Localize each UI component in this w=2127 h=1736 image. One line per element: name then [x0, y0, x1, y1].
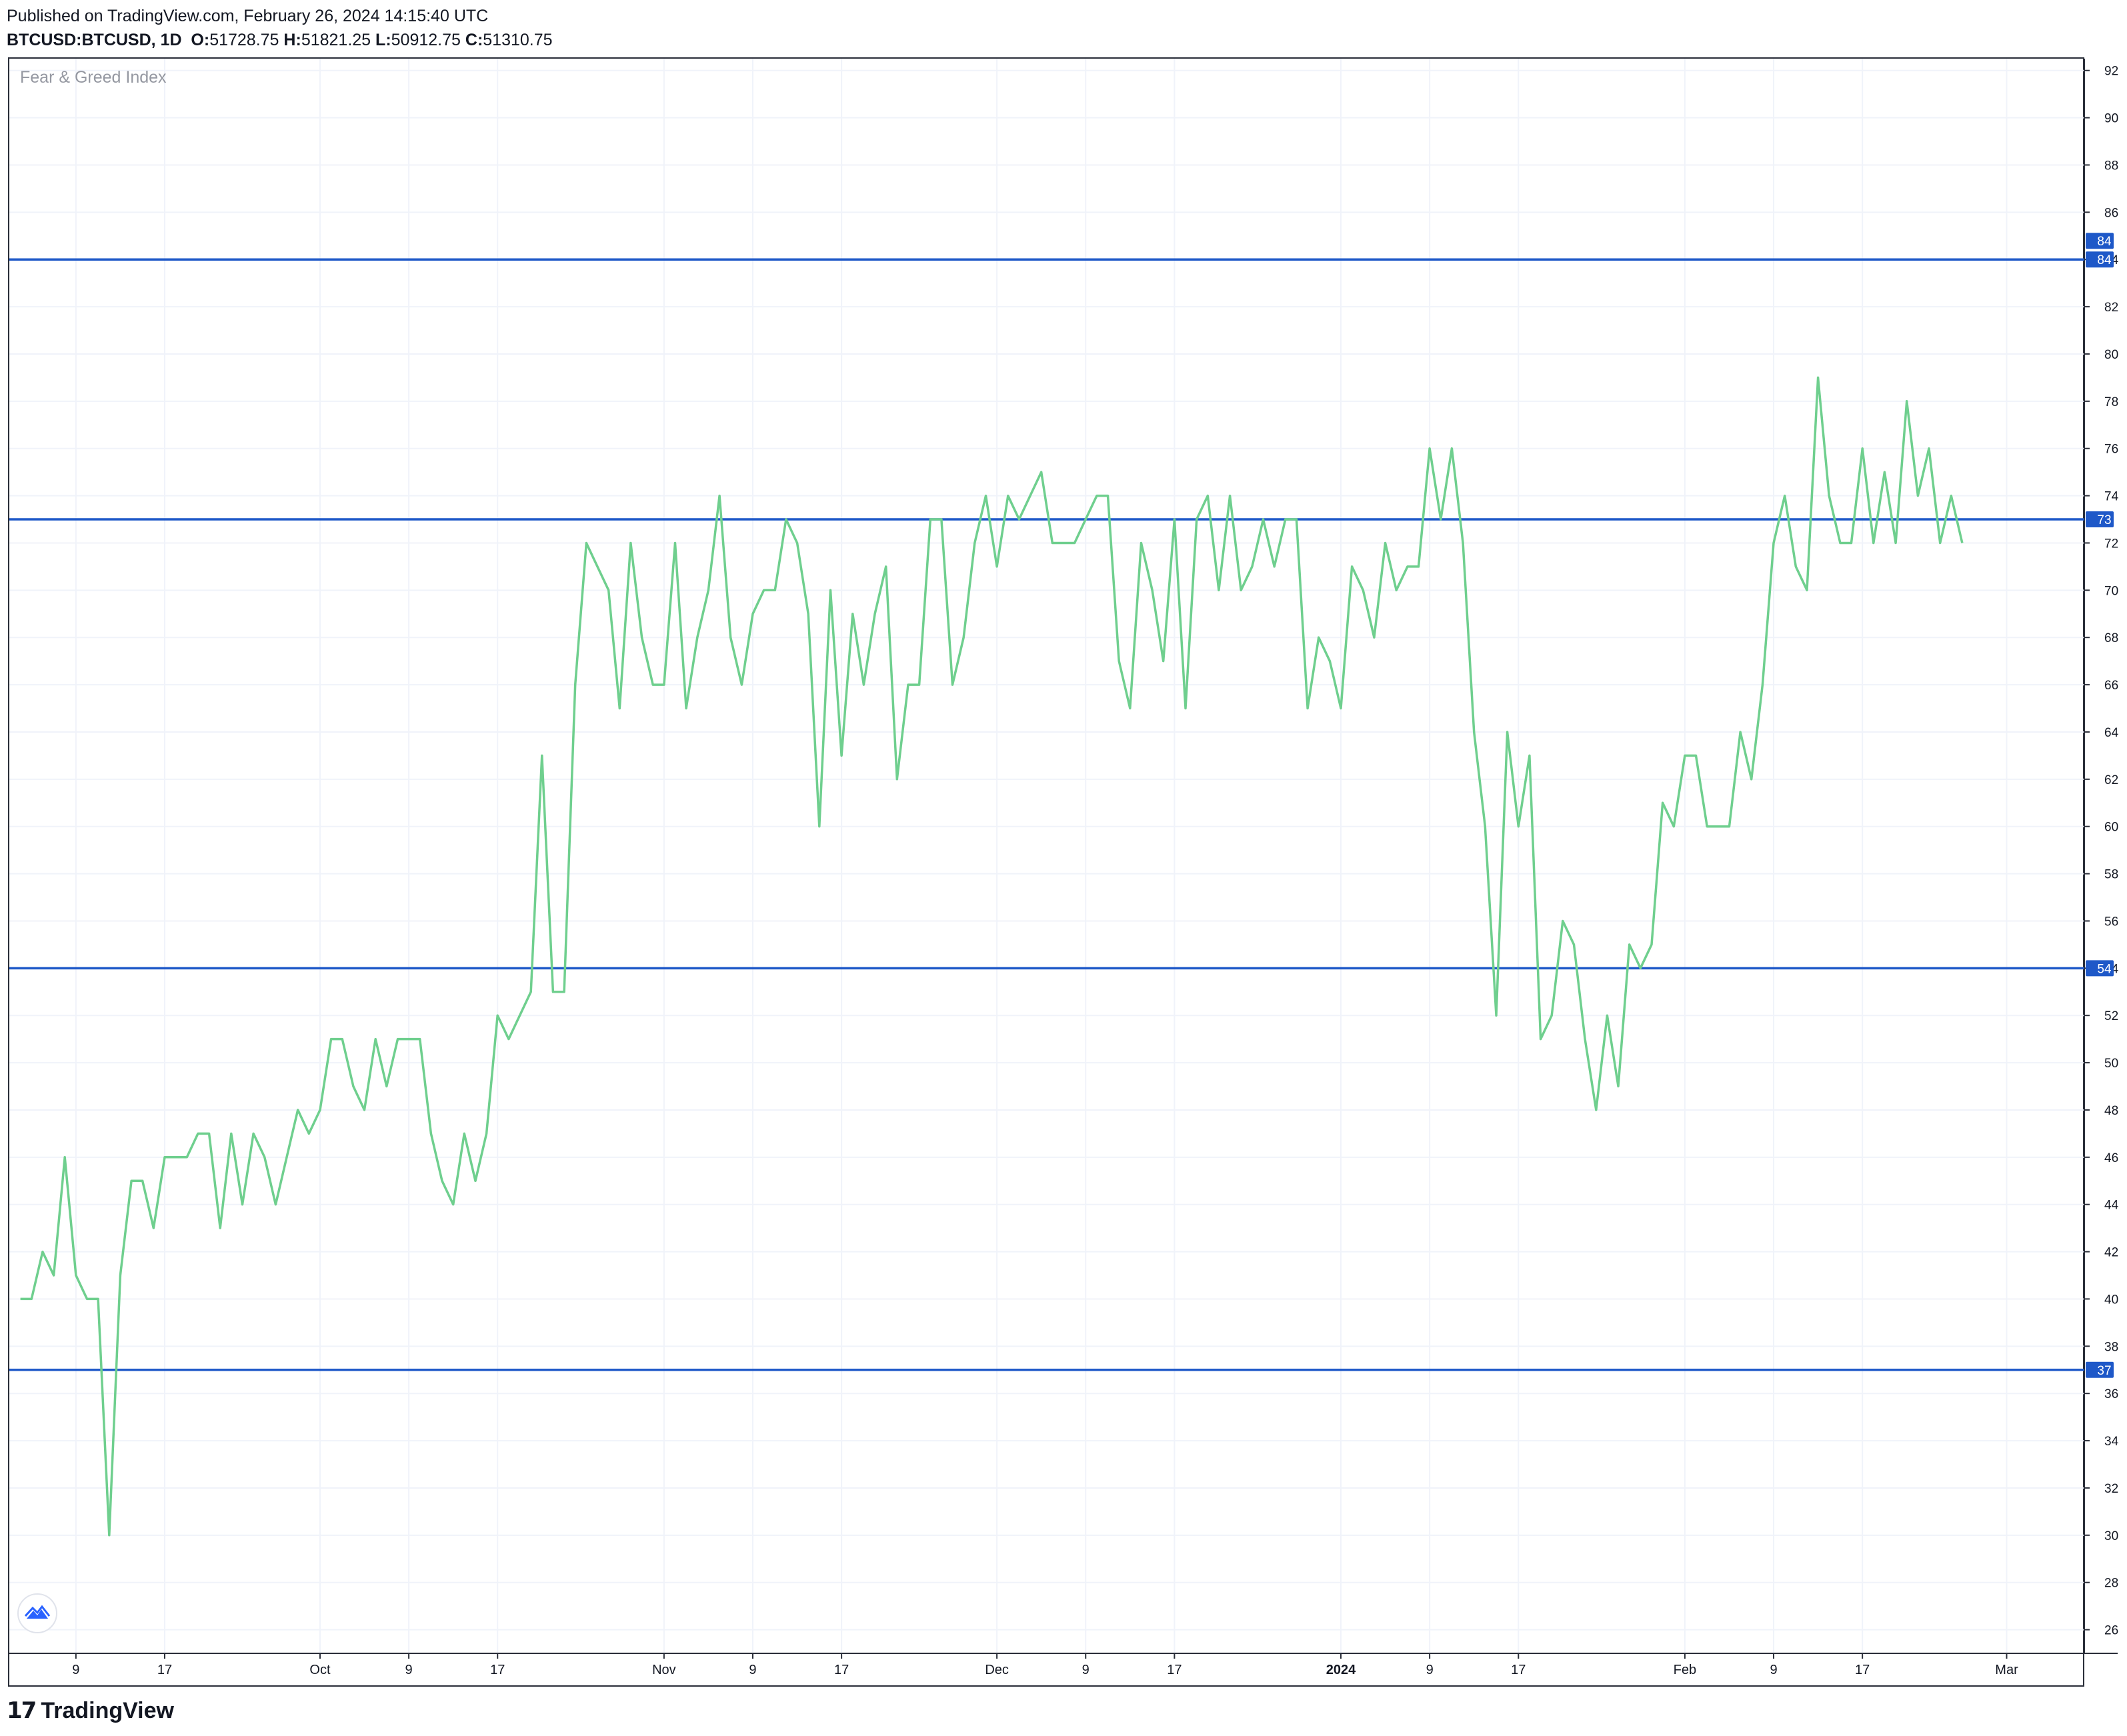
y-tick-label: 26: [2104, 1624, 2118, 1638]
x-tick-label: Dec: [985, 1663, 1009, 1677]
level-price-label: 37: [2097, 1364, 2111, 1378]
y-tick-label: 72: [2104, 537, 2118, 551]
level-price-label: 73: [2097, 513, 2111, 527]
y-tick-label: 68: [2104, 631, 2118, 645]
y-tick-label: 44: [2104, 1199, 2119, 1213]
y-tick-label: 58: [2104, 868, 2118, 882]
fear-greed-chart[interactable]: 26 28 30 32 34 36 38 40 42 44 46 48 50 52 54 56 58 60 62 64…: [0, 0, 2127, 1736]
y-tick-label: 88: [2104, 159, 2118, 173]
y-tick-label: 32: [2104, 1482, 2118, 1496]
fear-greed-series-line: [20, 376, 1964, 1537]
y-tick-label: 36: [2104, 1387, 2118, 1401]
y-tick-label: 74: [2104, 490, 2119, 504]
x-tick-label: 17: [1167, 1663, 1182, 1677]
x-tick-label: 9: [1770, 1663, 1777, 1677]
y-tick-label: 34: [2104, 1435, 2119, 1449]
y-tick-label: 56: [2104, 915, 2118, 929]
y-tick-label: 80: [2104, 348, 2118, 362]
y-tick-label: 86: [2104, 206, 2118, 220]
level-price-label: 84: [2097, 253, 2112, 267]
y-tick-label: 38: [2104, 1340, 2118, 1354]
y-tick-label: 48: [2104, 1104, 2118, 1118]
x-tick-label: 9: [1082, 1663, 1090, 1677]
x-tick-label: Nov: [652, 1663, 676, 1677]
x-tick-label: 17: [1855, 1663, 1870, 1677]
y-tick-label: 90: [2104, 112, 2118, 126]
y-tick-label: 46: [2104, 1151, 2118, 1165]
y-tick-label: 30: [2104, 1529, 2118, 1543]
y-tick-label: 60: [2104, 821, 2118, 835]
level-price-label: 54: [2097, 962, 2112, 976]
x-tick-label: 2024: [1326, 1663, 1356, 1677]
y-tick-label: 62: [2104, 773, 2118, 787]
tradingview-watermark-icon[interactable]: [17, 1593, 57, 1633]
y-tick-label: 76: [2104, 443, 2118, 457]
y-tick-label: 78: [2104, 395, 2118, 409]
tradingview-logo-icon: 17: [7, 1697, 37, 1724]
x-tick-label: 9: [405, 1663, 413, 1677]
x-tick-label: 17: [490, 1663, 505, 1677]
x-tick-label: Oct: [309, 1663, 331, 1677]
y-tick-label: 92: [2104, 65, 2118, 79]
x-tick-label: 9: [1426, 1663, 1434, 1677]
tradingview-wordmark: TradingView: [41, 1697, 174, 1723]
x-tick-label: 9: [749, 1663, 756, 1677]
x-tick-label: 17: [834, 1663, 849, 1677]
y-tick-label: 50: [2104, 1057, 2118, 1071]
y-tick-label: 52: [2104, 1009, 2118, 1023]
x-tick-label: Feb: [1674, 1663, 1696, 1677]
y-tick-label: 40: [2104, 1293, 2118, 1307]
y-tick-label: 82: [2104, 301, 2118, 315]
indicator-title[interactable]: Fear & Greed Index: [20, 68, 167, 87]
y-tick-label: 64: [2104, 726, 2119, 740]
level-price-label: 84: [2097, 235, 2112, 249]
y-tick-label: 28: [2104, 1577, 2118, 1591]
x-tick-label: 9: [72, 1663, 79, 1677]
y-tick-label: 42: [2104, 1246, 2118, 1260]
y-tick-label: 66: [2104, 679, 2118, 693]
x-tick-label: 17: [1511, 1663, 1526, 1677]
x-tick-label: 17: [157, 1663, 172, 1677]
x-tick-label: Mar: [1995, 1663, 2018, 1677]
y-tick-label: 70: [2104, 584, 2118, 598]
footer-brand: 17 TradingView: [7, 1697, 174, 1724]
